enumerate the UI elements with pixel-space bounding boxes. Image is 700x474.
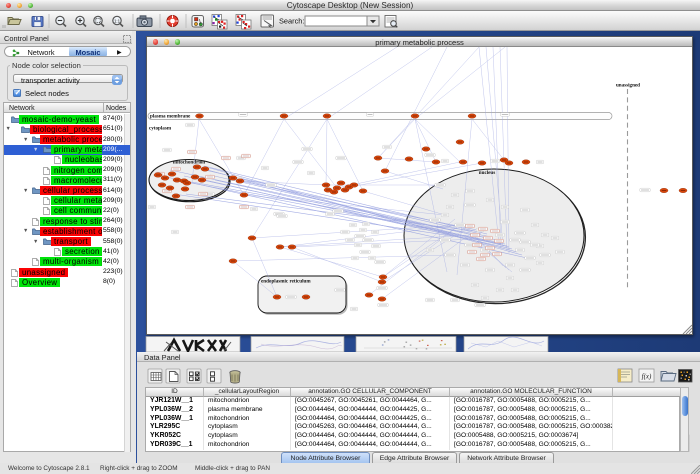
svg-text:Search:: Search: (279, 17, 304, 26)
svg-text:1:1: 1:1 (114, 18, 121, 23)
svg-text:mitochondrion: mitochondrion (173, 160, 205, 166)
svg-text:unassigned: unassigned (616, 83, 640, 89)
svg-text:endoplasmic reticulum: endoplasmic reticulum (261, 279, 311, 285)
svg-text:nucleus: nucleus (479, 170, 495, 176)
svg-text:cytoplasm: cytoplasm (149, 126, 172, 132)
svg-text:plasma membrane: plasma membrane (150, 113, 191, 119)
svg-text:f(x): f(x) (642, 373, 652, 381)
